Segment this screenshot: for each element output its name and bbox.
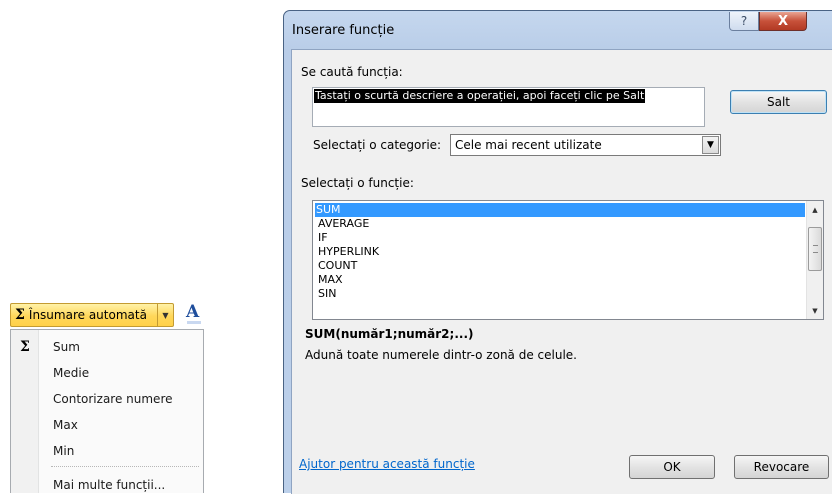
category-selected-value: Cele mai recent utilizate (455, 138, 602, 152)
function-list-scrollbar[interactable]: ▲ ▼ (806, 201, 823, 319)
dialog-body: Se caută funcția: Tastați o scurtă descr… (291, 49, 832, 494)
autosum-split-button[interactable]: Σ Însumare automată ▼ (10, 303, 174, 327)
question-icon: ? (740, 14, 748, 28)
menu-item-average[interactable]: Medie (11, 360, 203, 386)
autosum-menu: Σ Sum Medie Contorizare numere Max Min M… (10, 329, 204, 493)
category-select[interactable]: Cele mai recent utilizate ▼ (450, 134, 721, 156)
function-syntax: SUM(număr1;număr2;...) (305, 327, 474, 341)
scroll-down-icon[interactable]: ▼ (807, 302, 823, 319)
font-color-icon[interactable]: A (186, 302, 202, 326)
close-icon: X (777, 13, 789, 29)
menu-item-max[interactable]: Max (11, 412, 203, 438)
function-item-max[interactable]: MAX (317, 273, 343, 287)
autosum-button[interactable]: Σ Însumare automată (11, 304, 157, 326)
go-button[interactable]: Salt (730, 90, 827, 114)
function-description: Adună toate numerele dintr-o zonă de cel… (305, 348, 577, 362)
menu-separator (51, 466, 199, 467)
sigma-icon: Σ (20, 339, 30, 355)
menu-item-label: Contorizare numere (53, 392, 173, 406)
function-item-if[interactable]: IF (317, 231, 328, 245)
function-item-average[interactable]: AVERAGE (317, 217, 369, 231)
help-link[interactable]: Ajutor pentru această funcție (299, 457, 475, 471)
close-button[interactable]: X (759, 12, 807, 31)
function-list[interactable]: SUM AVERAGE IF HYPERLINK COUNT MAX SIN ▲… (312, 200, 824, 320)
cancel-button[interactable]: Revocare (734, 455, 829, 479)
dialog-titlebar[interactable]: Inserare funcție ? X (284, 11, 832, 47)
sigma-icon: Σ (15, 307, 25, 323)
menu-item-label: Sum (53, 340, 80, 354)
menu-item-label: Medie (53, 366, 90, 380)
function-item-hyperlink[interactable]: HYPERLINK (317, 245, 379, 259)
menu-item-label: Mai multe funcții... (53, 478, 166, 492)
function-item-sin[interactable]: SIN (317, 287, 336, 301)
menu-item-count[interactable]: Contorizare numere (11, 386, 203, 412)
menu-item-label: Min (53, 444, 75, 458)
function-list-label: Selectați o funcție: (301, 176, 414, 190)
help-button[interactable]: ? (729, 12, 759, 31)
search-label: Se caută funcția: (301, 65, 403, 79)
autosum-label: Însumare automată (28, 308, 147, 322)
category-label: Selectați o categorie: (313, 138, 442, 152)
menu-item-label: Max (53, 418, 78, 432)
menu-item-sum[interactable]: Σ Sum (11, 334, 203, 360)
menu-item-more-functions[interactable]: Mai multe funcții... (11, 472, 203, 498)
function-item-count[interactable]: COUNT (317, 259, 357, 273)
chevron-down-icon: ▼ (162, 310, 169, 320)
ok-button[interactable]: OK (629, 455, 715, 479)
search-input-value: Tastați o scurtă descriere a operației, … (314, 89, 646, 103)
chevron-down-icon[interactable]: ▼ (702, 136, 719, 154)
insert-function-dialog: Inserare funcție ? X Se caută funcția: T… (283, 10, 832, 494)
autosum-dropdown-arrow[interactable]: ▼ (157, 304, 173, 326)
function-item-sum[interactable]: SUM (315, 203, 805, 217)
scroll-thumb[interactable] (808, 227, 822, 271)
search-input[interactable]: Tastați o scurtă descriere a operației, … (312, 87, 705, 127)
scroll-up-icon[interactable]: ▲ (807, 201, 823, 218)
menu-item-min[interactable]: Min (11, 438, 203, 464)
dialog-title: Inserare funcție (292, 23, 395, 38)
